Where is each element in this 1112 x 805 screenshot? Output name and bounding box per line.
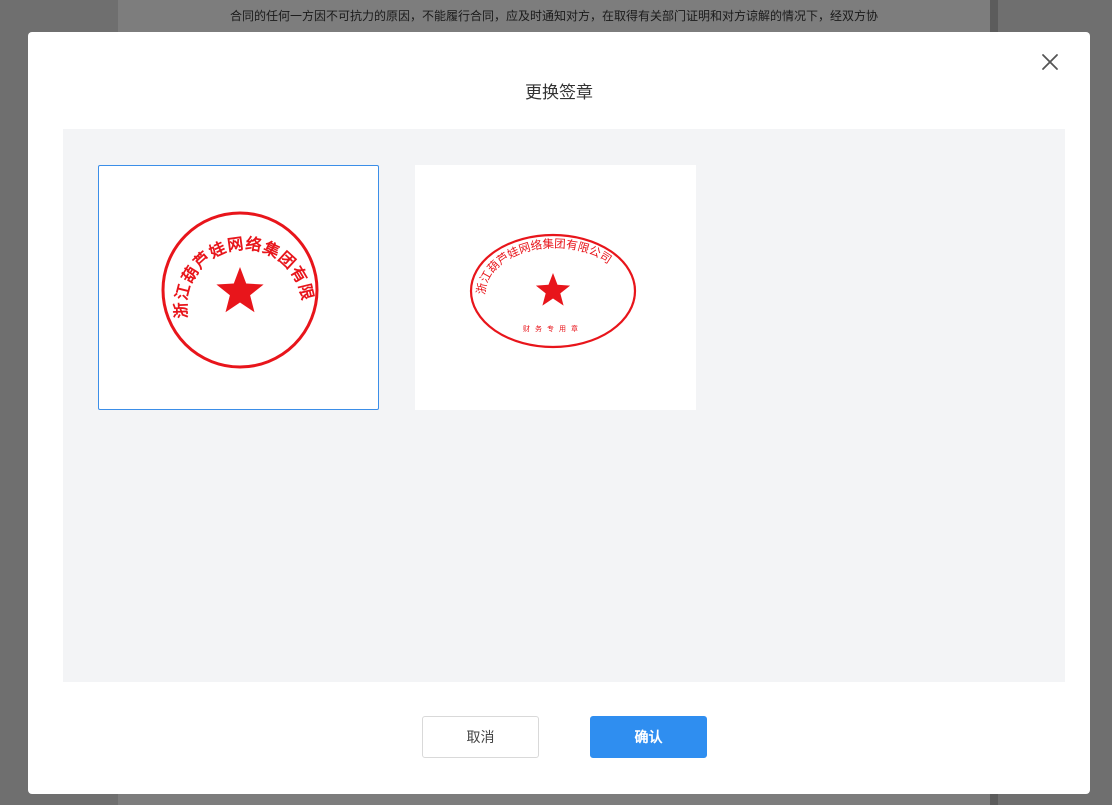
- change-seal-dialog: 更换签章 浙江葫芦娃网络集团有限公司: [28, 32, 1090, 794]
- close-icon: [1042, 54, 1058, 70]
- star-icon: [535, 273, 571, 306]
- seal-option-2[interactable]: 浙江葫芦娃网络集团有限公司 财务专用章: [415, 165, 696, 410]
- star-icon: [216, 267, 264, 313]
- dialog-title: 更换签章: [525, 83, 593, 103]
- round-seal-image: 浙江葫芦娃网络集团有限公司: [99, 166, 319, 369]
- seal-1-company-name: 浙江葫芦娃网络集团有限公司: [99, 166, 317, 319]
- cancel-button[interactable]: 取消: [422, 716, 539, 758]
- seal-list: 浙江葫芦娃网络集团有限公司 浙江葫芦娃网络集团有限公司 财务专用章: [63, 129, 1065, 682]
- oval-seal-image: 浙江葫芦娃网络集团有限公司 财务专用章: [469, 233, 637, 349]
- background-document-text: 合同的任何一方因不可抗力的原因，不能履行合同，应及时通知对方，在取得有关部门证明…: [229, 9, 878, 23]
- close-button[interactable]: [1038, 50, 1062, 74]
- confirm-button[interactable]: 确认: [590, 716, 707, 758]
- seal-option-1[interactable]: 浙江葫芦娃网络集团有限公司: [98, 165, 379, 410]
- seal-2-subtext: 财务专用章: [523, 324, 583, 333]
